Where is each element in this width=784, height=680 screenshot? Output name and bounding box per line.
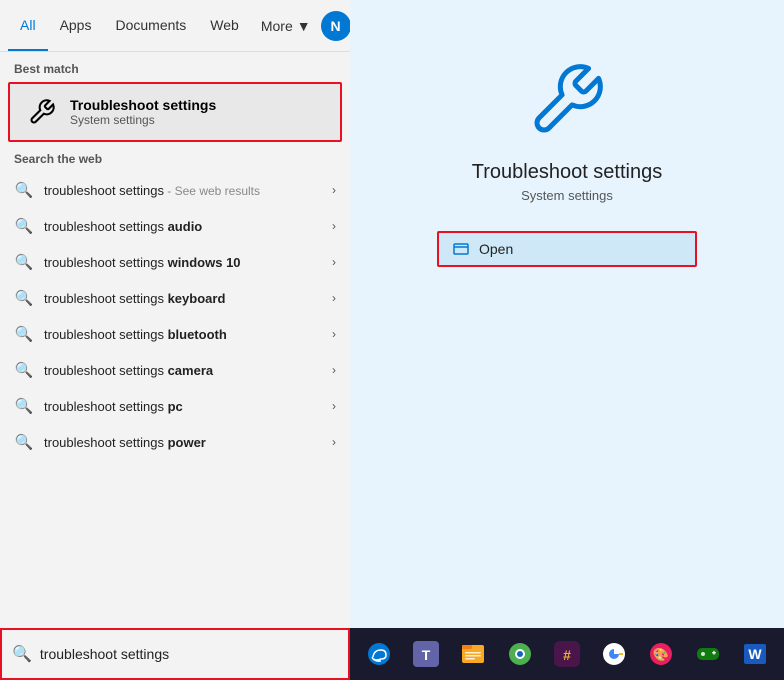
wrench-icon bbox=[24, 94, 60, 130]
search-icon: 🔍 bbox=[14, 288, 34, 308]
list-item[interactable]: 🔍 troubleshoot settings audio › bbox=[0, 208, 350, 244]
chevron-right-icon: › bbox=[332, 255, 336, 269]
tab-web[interactable]: Web bbox=[198, 0, 251, 51]
best-match-title: Troubleshoot settings bbox=[70, 97, 216, 113]
tab-documents[interactable]: Documents bbox=[103, 0, 198, 51]
svg-text:W: W bbox=[748, 646, 762, 662]
search-bar-icon: 🔍 bbox=[12, 644, 32, 664]
search-icon: 🔍 bbox=[14, 360, 34, 380]
taskbar-slack[interactable]: # bbox=[546, 632, 589, 676]
search-bar: 🔍 bbox=[0, 628, 350, 680]
user-avatar[interactable]: N bbox=[321, 11, 351, 41]
right-panel: Troubleshoot settings System settings Op… bbox=[350, 0, 784, 680]
list-item[interactable]: 🔍 troubleshoot settings keyboard › bbox=[0, 280, 350, 316]
list-item[interactable]: 🔍 troubleshoot settings power › bbox=[0, 424, 350, 460]
taskbar-files[interactable] bbox=[452, 632, 495, 676]
open-label: Open bbox=[479, 241, 513, 257]
taskbar-teams[interactable]: T bbox=[405, 632, 448, 676]
search-icon: 🔍 bbox=[14, 252, 34, 272]
list-item[interactable]: 🔍 troubleshoot settings - See web result… bbox=[0, 172, 350, 208]
list-item[interactable]: 🔍 troubleshoot settings camera › bbox=[0, 352, 350, 388]
chevron-right-icon: › bbox=[332, 399, 336, 413]
taskbar-word[interactable]: W bbox=[733, 632, 776, 676]
right-title: Troubleshoot settings bbox=[472, 161, 662, 184]
chevron-right-icon: › bbox=[332, 363, 336, 377]
best-match-item[interactable]: Troubleshoot settings System settings bbox=[8, 82, 342, 142]
svg-text:T: T bbox=[422, 647, 431, 663]
chevron-right-icon: › bbox=[332, 219, 336, 233]
right-wrench-icon bbox=[527, 60, 607, 145]
taskbar: T # bbox=[350, 628, 784, 680]
chevron-down-icon: ▼ bbox=[297, 18, 311, 34]
tab-apps[interactable]: Apps bbox=[48, 0, 104, 51]
taskbar-chrome[interactable] bbox=[499, 632, 542, 676]
search-icon: 🔍 bbox=[14, 216, 34, 236]
search-icon: 🔍 bbox=[14, 180, 34, 200]
taskbar-edge[interactable] bbox=[358, 632, 401, 676]
nav-tabs: All Apps Documents Web More ▼ N 💬 ··· ✕ bbox=[0, 0, 350, 52]
taskbar-paint[interactable]: 🎨 bbox=[639, 632, 682, 676]
tab-more[interactable]: More ▼ bbox=[251, 0, 321, 51]
list-item[interactable]: 🔍 troubleshoot settings windows 10 › bbox=[0, 244, 350, 280]
search-icon: 🔍 bbox=[14, 324, 34, 344]
svg-text:🎨: 🎨 bbox=[653, 646, 669, 662]
taskbar-google[interactable] bbox=[592, 632, 635, 676]
svg-text:#: # bbox=[563, 647, 571, 663]
list-item[interactable]: 🔍 troubleshoot settings pc › bbox=[0, 388, 350, 424]
taskbar-games[interactable] bbox=[686, 632, 729, 676]
chevron-right-icon: › bbox=[332, 183, 336, 197]
search-icon: 🔍 bbox=[14, 432, 34, 452]
search-results: Best match Troubleshoot settings System … bbox=[0, 52, 350, 680]
right-subtitle: System settings bbox=[521, 188, 613, 203]
open-icon bbox=[453, 241, 469, 257]
chevron-right-icon: › bbox=[332, 435, 336, 449]
open-button[interactable]: Open bbox=[439, 233, 695, 265]
chevron-right-icon: › bbox=[332, 327, 336, 341]
best-match-subtitle: System settings bbox=[70, 113, 216, 127]
open-button-wrap: Open bbox=[437, 231, 697, 267]
chevron-right-icon: › bbox=[332, 291, 336, 305]
list-item[interactable]: 🔍 troubleshoot settings bluetooth › bbox=[0, 316, 350, 352]
left-panel: All Apps Documents Web More ▼ N 💬 ··· ✕ … bbox=[0, 0, 350, 680]
search-input[interactable] bbox=[40, 646, 338, 662]
search-icon: 🔍 bbox=[14, 396, 34, 416]
search-web-label: Search the web bbox=[0, 142, 350, 172]
tab-all[interactable]: All bbox=[8, 0, 48, 51]
best-match-label: Best match bbox=[0, 52, 350, 82]
